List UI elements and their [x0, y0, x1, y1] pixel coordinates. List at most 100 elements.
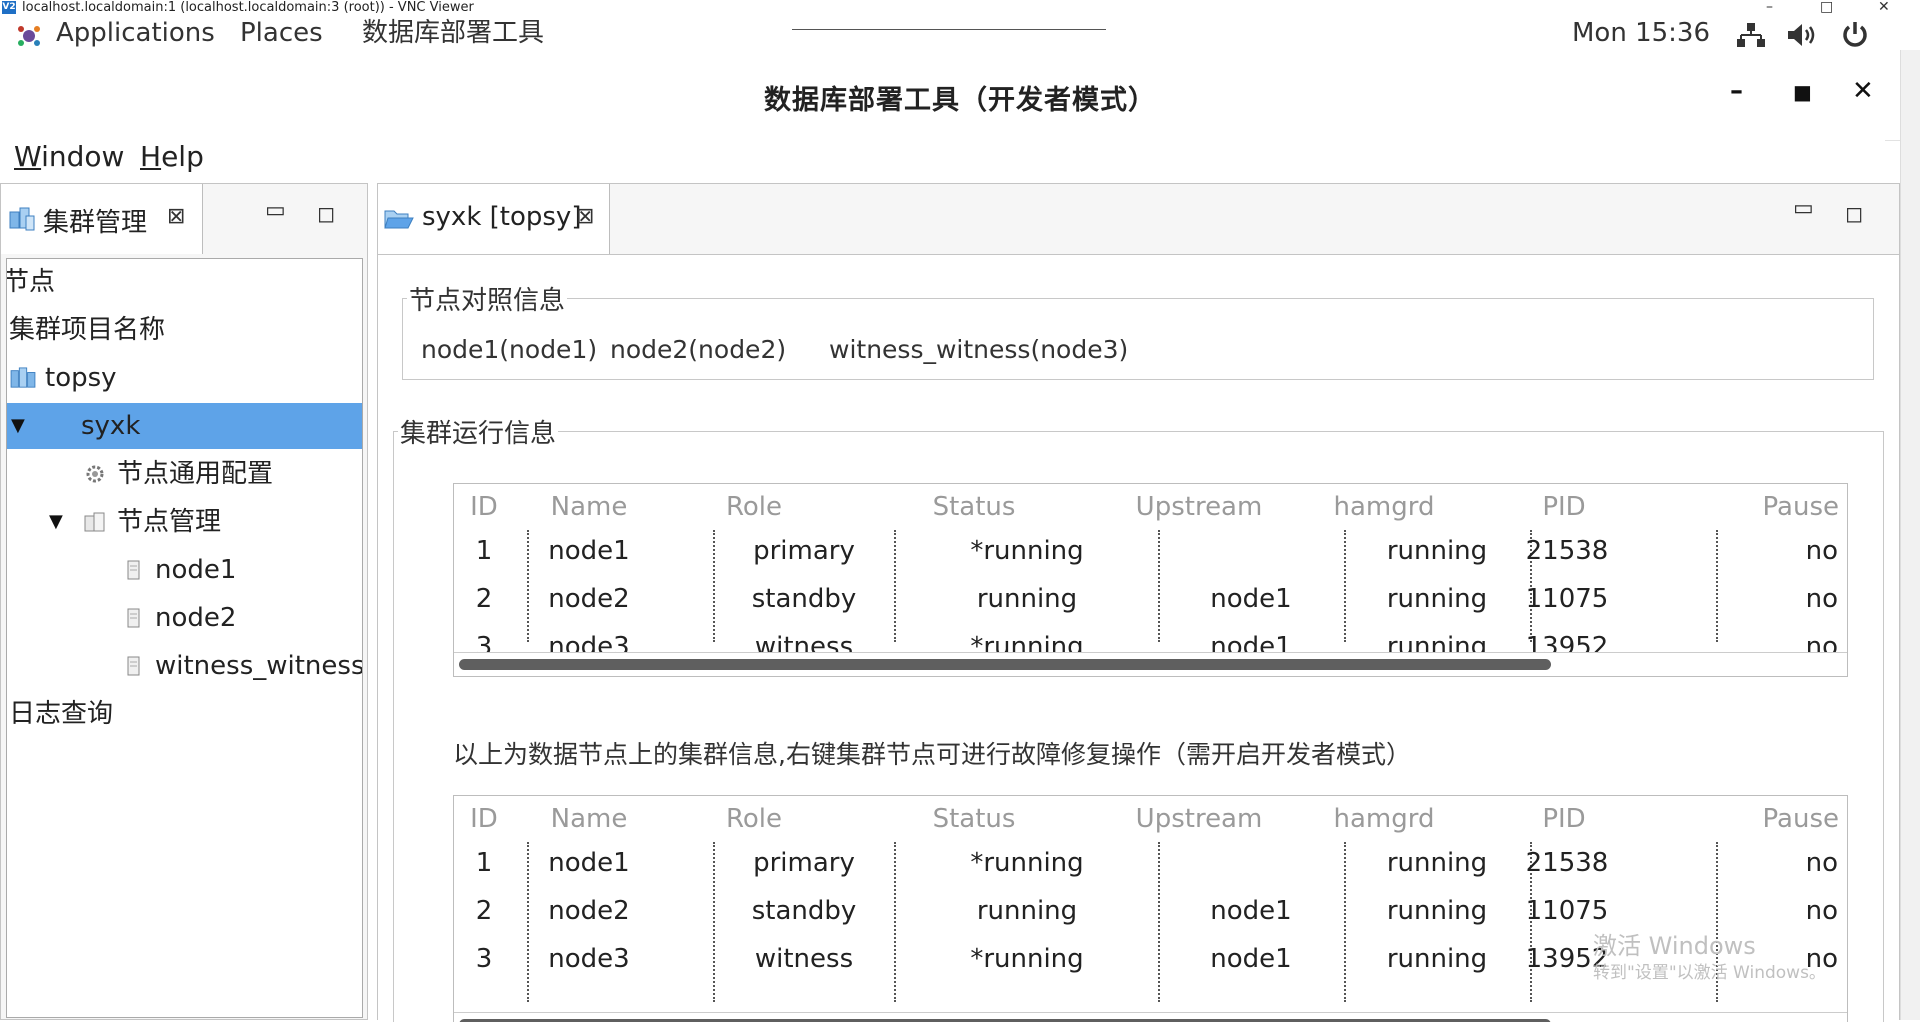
cluster-status-table-1[interactable]: ID Name Role Status Upstream hamgrd PID …	[453, 483, 1848, 677]
column-header-role[interactable]: Role	[664, 492, 844, 522]
cell-name: node1	[548, 536, 630, 566]
tree-item-topsy[interactable]: topsy	[7, 355, 362, 401]
expand-arrow-icon[interactable]: ▼	[49, 499, 63, 545]
gnome-foot-icon	[18, 26, 40, 46]
gear-icon	[86, 465, 104, 483]
tree-item-node-management[interactable]: ▼ 节点管理	[7, 499, 362, 545]
power-icon[interactable]	[1840, 20, 1870, 50]
column-header-pause[interactable]: Pause	[1654, 492, 1839, 522]
app-name-menu[interactable]: 数据库部署工具	[362, 18, 544, 48]
table-2-horizontal-scrollbar[interactable]	[454, 1012, 1847, 1022]
activation-watermark-subtitle: 转到"设置"以激活 Windows。	[1593, 963, 1826, 983]
tab-syxk-topsy[interactable]: syxk [topsy] ⊠	[378, 184, 610, 254]
column-header-hamgrd[interactable]: hamgrd	[1294, 492, 1474, 522]
column-header-id[interactable]: ID	[462, 492, 506, 522]
cell-pid: 21538	[1525, 536, 1609, 566]
scrollbar-thumb[interactable]	[459, 659, 1551, 670]
vnc-minimize-button[interactable]: –	[1766, 0, 1773, 15]
tree-item-label: syxk	[81, 411, 141, 441]
tree-item-label: 节点通用配置	[117, 459, 274, 489]
close-icon[interactable]: ⊠	[167, 204, 185, 229]
network-icon[interactable]	[1736, 21, 1766, 49]
column-header-upstream[interactable]: Upstream	[1104, 804, 1294, 834]
cell-id: 3	[475, 944, 493, 974]
right-edge-scrollbar[interactable]	[1900, 50, 1920, 1020]
vnc-maximize-button[interactable]: □	[1820, 0, 1833, 15]
cluster-icon	[9, 207, 35, 231]
mapping-node2: node2(node2)	[610, 335, 787, 364]
node-icon	[127, 560, 140, 580]
window-minimize-button[interactable]: –	[1730, 76, 1743, 106]
tree-item-log-query[interactable]: 日志查询	[7, 691, 362, 737]
cell-pause: no	[1805, 848, 1838, 878]
clock[interactable]: Mon 15:36	[1572, 18, 1710, 48]
cluster-icon	[10, 367, 36, 388]
cell-name: node2	[548, 896, 630, 926]
column-header-upstream[interactable]: Upstream	[1104, 492, 1294, 522]
applications-menu[interactable]: Applications	[56, 18, 215, 48]
panel-maximize-button[interactable]: ◻	[317, 202, 335, 227]
top-bar-divider	[792, 29, 1106, 30]
cell-role: witness	[754, 944, 854, 974]
tree-item-label: node2	[155, 603, 237, 633]
cluster-status-table-2[interactable]: ID Name Role Status Upstream hamgrd PID …	[453, 795, 1848, 1022]
node-icon	[127, 608, 140, 628]
column-header-role[interactable]: Role	[664, 804, 844, 834]
node-mapping-group: 节点对照信息	[402, 280, 1874, 380]
menu-window-label: indow	[41, 140, 125, 173]
column-header-name[interactable]: Name	[514, 492, 664, 522]
column-header-id[interactable]: ID	[462, 804, 506, 834]
menu-help[interactable]: Help	[140, 140, 204, 173]
tree-item-general-config[interactable]: 节点通用配置	[7, 451, 362, 497]
tree-item-label: 节点管理	[117, 507, 222, 537]
cell-pause: no	[1805, 536, 1838, 566]
tree-item-node1[interactable]: node1	[7, 547, 362, 593]
tree-item-label: 日志查询	[9, 699, 114, 729]
cell-name: node1	[548, 848, 630, 878]
cell-status: *running	[970, 536, 1084, 566]
panel-minimize-button[interactable]: ▭	[1793, 196, 1814, 221]
vnc-title-bar: V2 localhost.localdomain:1 (localhost.lo…	[0, 0, 1920, 15]
table-1-horizontal-scrollbar[interactable]	[454, 652, 1847, 675]
node-icon	[127, 656, 140, 676]
menubar: Window Help	[0, 136, 1885, 182]
close-icon[interactable]: ⊠	[576, 204, 594, 229]
column-header-name[interactable]: Name	[514, 804, 664, 834]
vnc-close-button[interactable]: ✕	[1878, 0, 1890, 15]
menu-window[interactable]: Window	[14, 140, 124, 173]
tab-cluster-management[interactable]: 集群管理 ⊠	[1, 184, 203, 254]
cell-pause: no	[1805, 584, 1838, 614]
panel-minimize-button[interactable]: ▭	[265, 198, 286, 223]
tree-item-nodes[interactable]: 节点	[7, 259, 362, 305]
column-header-hamgrd[interactable]: hamgrd	[1294, 804, 1474, 834]
cell-role: primary	[753, 536, 855, 566]
editor-panel: syxk [topsy] ⊠ ▭ ◻ 节点对照信息 node1(node1) n…	[377, 183, 1900, 1022]
node-mapping-title: 节点对照信息	[409, 286, 566, 316]
window-close-button[interactable]: ✕	[1852, 76, 1874, 106]
column-header-pid[interactable]: PID	[1474, 492, 1654, 522]
menu-help-label: elp	[161, 140, 204, 173]
cell-id: 2	[475, 584, 493, 614]
tree-item-syxk[interactable]: ▼ syxk	[7, 403, 362, 449]
expand-arrow-icon[interactable]: ▼	[11, 403, 25, 449]
window-maximize-button[interactable]: ■	[1793, 80, 1812, 104]
column-header-status[interactable]: Status	[844, 492, 1104, 522]
volume-icon[interactable]	[1786, 21, 1818, 49]
mapping-node1: node1(node1)	[421, 335, 598, 364]
tree-item-node2[interactable]: node2	[7, 595, 362, 641]
places-menu[interactable]: Places	[240, 18, 323, 48]
column-header-status[interactable]: Status	[844, 804, 1104, 834]
tree-item-witness[interactable]: witness_witness	[7, 643, 362, 689]
cell-id: 1	[475, 848, 493, 878]
cell-pid: 21538	[1525, 848, 1609, 878]
activation-watermark-title: 激活 Windows	[1593, 932, 1756, 960]
column-header-pause[interactable]: Pause	[1654, 804, 1839, 834]
tree-item-project-name[interactable]: 集群项目名称	[7, 307, 362, 353]
vnc-title: localhost.localdomain:1 (localhost.local…	[22, 0, 474, 15]
cell-name: node2	[548, 584, 630, 614]
cell-role: primary	[753, 848, 855, 878]
menu-window-mnemonic: W	[14, 140, 42, 173]
cluster-run-title: 集群运行信息	[400, 419, 557, 449]
column-header-pid[interactable]: PID	[1474, 804, 1654, 834]
panel-maximize-button[interactable]: ◻	[1845, 202, 1863, 227]
